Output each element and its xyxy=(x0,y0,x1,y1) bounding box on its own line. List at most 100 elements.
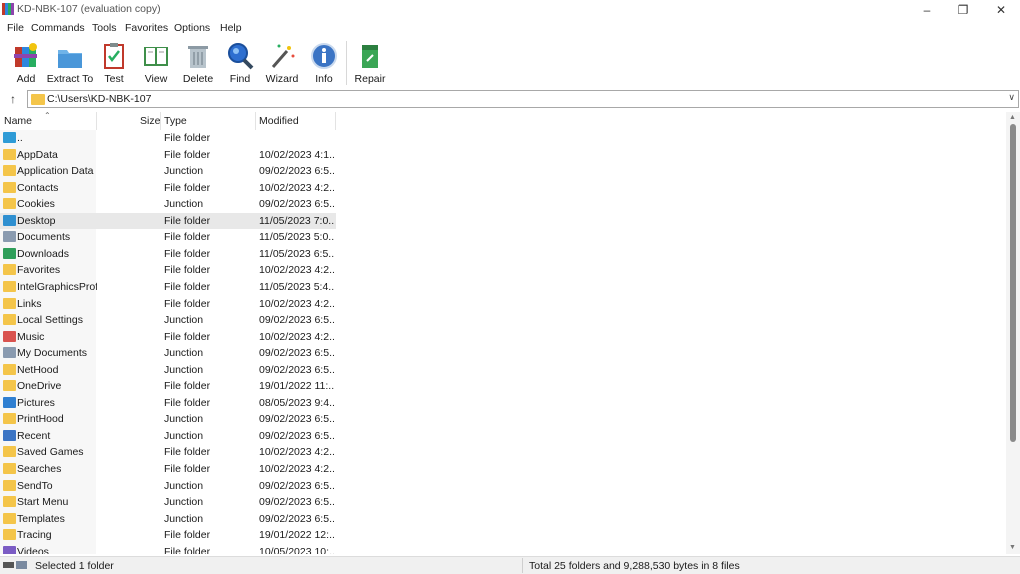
table-row[interactable]: NetHood Junction 09/02/2023 6:5... xyxy=(0,362,336,379)
add-archive-icon xyxy=(14,43,37,67)
file-type: Junction xyxy=(164,479,204,492)
file-modified: 10/02/2023 4:2... xyxy=(259,181,335,194)
scroll-up-icon[interactable]: ▲ xyxy=(1009,114,1016,121)
folder-icon xyxy=(3,363,16,375)
file-type: File folder xyxy=(164,380,211,393)
file-name: Desktop xyxy=(17,214,56,227)
restore-icon[interactable]: ❐ xyxy=(950,2,976,18)
table-row[interactable]: Saved Games File folder 10/02/2023 4:2... xyxy=(0,444,336,461)
menu-options[interactable]: Options xyxy=(174,22,210,34)
table-row[interactable]: Contacts File folder 10/02/2023 4:2... xyxy=(0,180,336,197)
file-name: Templates xyxy=(17,512,65,525)
add-button[interactable]: Add xyxy=(5,39,47,87)
toolbar: Add Extract To Test View Delete Find Wiz… xyxy=(0,37,1020,89)
table-row[interactable]: PrintHood Junction 09/02/2023 6:5... xyxy=(0,411,336,428)
table-row[interactable]: My Documents Junction 09/02/2023 6:5... xyxy=(0,345,336,362)
documents-folder-icon xyxy=(3,347,16,359)
extract-to-button[interactable]: Extract To xyxy=(47,39,93,87)
menu-file[interactable]: File xyxy=(7,22,24,34)
status-selection: Selected 1 folder xyxy=(35,560,114,572)
parent-folder-icon xyxy=(3,132,16,143)
table-row[interactable]: Desktop File folder 11/05/2023 7:0... xyxy=(0,212,336,230)
file-name: Application Data xyxy=(17,165,94,178)
table-row[interactable]: Downloads File folder 11/05/2023 6:5... xyxy=(0,246,336,263)
file-modified: 11/05/2023 7:0... xyxy=(259,214,335,227)
file-name: AppData xyxy=(17,148,58,161)
table-row[interactable]: Music File folder 10/02/2023 4:2... xyxy=(0,329,336,346)
drive-icon xyxy=(3,561,27,569)
path-field[interactable]: C:\Users\KD-NBK-107 ∨ xyxy=(27,90,1019,108)
file-type: File folder xyxy=(164,280,211,293)
table-row[interactable]: .. File folder xyxy=(0,130,336,147)
scrollbar-thumb[interactable] xyxy=(1010,124,1016,442)
file-modified: 10/02/2023 4:2... xyxy=(259,463,335,475)
file-modified: 09/02/2023 6:5... xyxy=(259,429,335,442)
table-row[interactable]: Application Data Junction 09/02/2023 6:5..… xyxy=(0,163,336,180)
column-divider[interactable] xyxy=(96,112,97,130)
wand-icon xyxy=(271,44,295,68)
folder-icon xyxy=(3,413,16,425)
column-divider[interactable] xyxy=(160,112,161,130)
menu-favorites[interactable]: Favorites xyxy=(125,22,168,34)
table-row[interactable]: Videos File folder 10/05/2023 10:... xyxy=(0,544,336,554)
scroll-down-icon[interactable]: ▼ xyxy=(1009,544,1016,551)
vertical-scrollbar[interactable]: ▲ ▼ xyxy=(1006,112,1020,554)
file-type: File folder xyxy=(164,545,211,554)
file-type: Junction xyxy=(164,413,204,426)
table-row[interactable]: SendTo Junction 09/02/2023 6:5... xyxy=(0,478,336,495)
column-divider[interactable] xyxy=(335,112,336,130)
repair-label: Repair xyxy=(354,73,386,85)
magnifier-icon xyxy=(228,43,254,70)
file-type: File folder xyxy=(164,132,211,144)
table-row[interactable]: Cookies Junction 09/02/2023 6:5... xyxy=(0,196,336,213)
folder-icon xyxy=(3,463,16,474)
menu-commands[interactable]: Commands xyxy=(31,22,85,34)
file-name: Saved Games xyxy=(17,446,84,459)
up-arrow-icon[interactable]: ↑ xyxy=(5,92,21,106)
repair-button[interactable]: Repair xyxy=(349,39,391,87)
menu-help[interactable]: Help xyxy=(220,22,242,34)
table-row[interactable]: OneDrive File folder 19/01/2022 11:... xyxy=(0,378,336,395)
info-button[interactable]: Info xyxy=(303,39,345,87)
file-type: File folder xyxy=(164,181,211,194)
table-row[interactable]: Pictures File folder 08/05/2023 9:4... xyxy=(0,395,336,412)
table-row[interactable]: Links File folder 10/02/2023 4:2... xyxy=(0,296,336,313)
close-icon[interactable]: ✕ xyxy=(988,2,1014,18)
file-modified: 09/02/2023 6:5... xyxy=(259,479,335,492)
folder-icon xyxy=(3,297,16,309)
path-text: C:\Users\KD-NBK-107 xyxy=(47,93,152,105)
minimize-icon[interactable]: – xyxy=(914,2,940,18)
table-row[interactable]: Favorites File folder 10/02/2023 4:2... xyxy=(0,262,336,279)
table-row[interactable]: Searches File folder 10/02/2023 4:2... xyxy=(0,461,336,478)
column-name[interactable]: Name xyxy=(4,115,32,127)
file-modified: 10/02/2023 4:1... xyxy=(259,148,335,161)
file-modified: 10/05/2023 10:... xyxy=(259,545,335,554)
file-list[interactable]: Name ⌃ Size Type Modified .. File folder A… xyxy=(0,112,1006,554)
table-row[interactable]: Local Settings Junction 09/02/2023 6:5... xyxy=(0,312,336,329)
title-bar: KD-NBK-107 (evaluation copy) – ❐ ✕ xyxy=(0,0,1020,20)
trash-icon xyxy=(188,46,208,68)
column-modified[interactable]: Modified xyxy=(259,115,299,127)
file-modified: 09/02/2023 6:5... xyxy=(259,512,335,525)
file-modified: 10/02/2023 4:2... xyxy=(259,446,335,459)
table-row[interactable]: Tracing File folder 19/01/2022 12:... xyxy=(0,527,336,544)
sort-ascending-icon: ⌃ xyxy=(44,112,51,120)
folder-icon xyxy=(3,529,16,541)
chevron-down-icon[interactable]: ∨ xyxy=(1008,92,1015,103)
file-type: File folder xyxy=(164,529,211,542)
table-row[interactable]: Documents File folder 11/05/2023 5:0... xyxy=(0,229,336,246)
menu-tools[interactable]: Tools xyxy=(92,22,117,34)
table-row[interactable]: Start Menu Junction 09/02/2023 6:5... xyxy=(0,494,336,511)
column-divider[interactable] xyxy=(255,112,256,130)
file-type: File folder xyxy=(164,297,211,310)
table-row[interactable]: Templates Junction 09/02/2023 6:5... xyxy=(0,511,336,528)
table-row[interactable]: Recent Junction 09/02/2023 6:5... xyxy=(0,428,336,445)
table-row[interactable]: IntelGraphicsProf... File folder 11/05/202… xyxy=(0,279,336,296)
file-modified: 11/05/2023 6:5... xyxy=(259,247,335,260)
table-row[interactable]: AppData File folder 10/02/2023 4:1... xyxy=(0,147,336,164)
file-name: Cookies xyxy=(17,198,55,211)
status-bar: Selected 1 folder Total 25 folders and 9… xyxy=(0,556,1020,574)
column-type[interactable]: Type xyxy=(164,115,187,127)
file-name: Recent xyxy=(17,429,51,442)
column-size[interactable]: Size xyxy=(140,115,160,127)
